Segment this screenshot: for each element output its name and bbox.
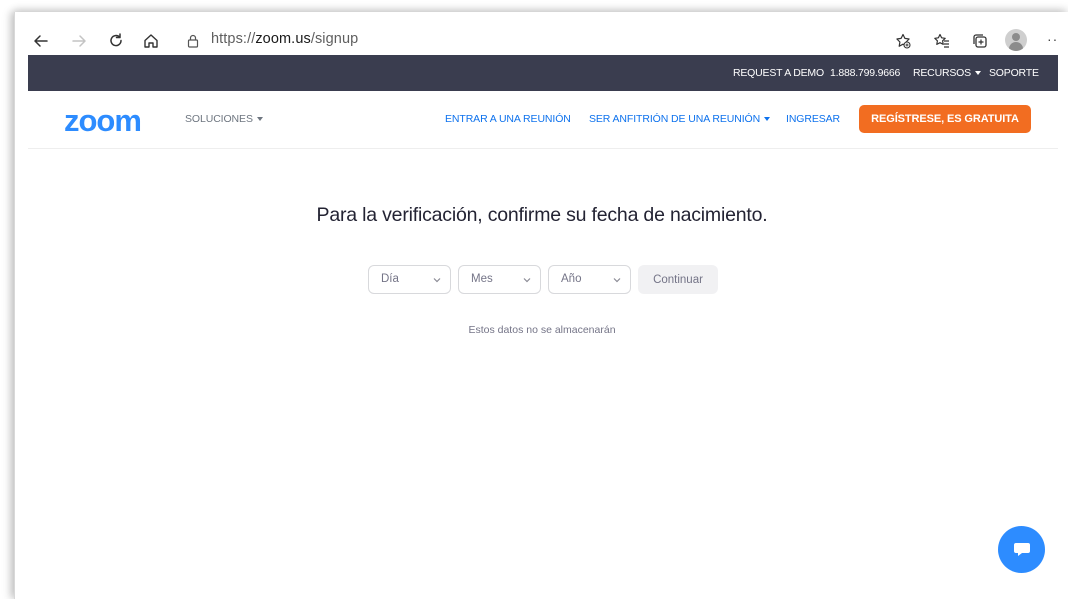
- host-meeting-label: SER ANFITRIÓN DE UNA REUNIÓN: [589, 113, 761, 125]
- month-select-value: Mes: [471, 273, 493, 285]
- chevron-down-icon: [974, 71, 981, 76]
- url-host: zoom.us: [255, 31, 311, 47]
- forward-icon[interactable]: [68, 30, 90, 52]
- chevron-down-icon: [433, 278, 441, 283]
- continue-button[interactable]: Continuar: [638, 265, 718, 294]
- lock-icon[interactable]: [187, 34, 199, 53]
- signup-button[interactable]: REGÍSTRESE, ES GRATUITA: [859, 105, 1031, 133]
- phone-number[interactable]: 1.888.799.9666: [830, 67, 900, 79]
- collections-icon[interactable]: [969, 30, 991, 52]
- privacy-note: Estos datos no se almacenarán: [468, 324, 616, 336]
- address-bar[interactable]: https://zoom.us/signup: [211, 31, 358, 47]
- month-select[interactable]: Mes: [458, 265, 541, 294]
- chevron-down-icon: [256, 117, 263, 122]
- chat-icon: [1013, 543, 1030, 556]
- birthdate-form: Día Mes Año Continuar: [368, 265, 718, 294]
- url-scheme: https://: [211, 31, 256, 47]
- more-menu-icon[interactable]: ··: [1047, 31, 1058, 47]
- star-add-icon[interactable]: [892, 30, 914, 52]
- join-meeting-link[interactable]: ENTRAR A UNA REUNIÓN: [445, 113, 571, 125]
- browser-window: https://zoom.us/signup ·· REQUEST A DEMO…: [14, 12, 1068, 599]
- year-select-value: Año: [561, 273, 582, 285]
- url-path: /signup: [310, 31, 359, 47]
- utility-bar: REQUEST A DEMO 1.888.799.9666 RECURSOS S…: [28, 55, 1058, 91]
- year-select[interactable]: Año: [548, 265, 631, 294]
- chevron-down-icon: [523, 278, 531, 283]
- back-icon[interactable]: [30, 30, 52, 52]
- host-meeting-menu[interactable]: SER ANFITRIÓN DE UNA REUNIÓN: [589, 113, 771, 125]
- avatar-icon[interactable]: [1005, 29, 1027, 51]
- resources-label: RECURSOS: [913, 67, 971, 79]
- chevron-down-icon: [613, 278, 621, 283]
- day-select[interactable]: Día: [368, 265, 451, 294]
- chevron-down-icon: [764, 117, 771, 122]
- favorites-icon[interactable]: [931, 30, 953, 52]
- refresh-icon[interactable]: [105, 30, 127, 52]
- solutions-label: SOLUCIONES: [185, 113, 253, 125]
- main-nav: zoom SOLUCIONES ENTRAR A UNA REUNIÓN SER…: [28, 91, 1058, 149]
- request-demo-link[interactable]: REQUEST A DEMO: [733, 67, 824, 79]
- day-select-value: Día: [381, 273, 399, 285]
- zoom-logo[interactable]: zoom: [64, 103, 142, 139]
- resources-menu[interactable]: RECURSOS: [913, 67, 981, 79]
- solutions-menu[interactable]: SOLUCIONES: [185, 113, 263, 125]
- signin-link[interactable]: INGRESAR: [786, 113, 840, 125]
- support-link[interactable]: SOPORTE: [989, 67, 1039, 79]
- home-icon[interactable]: [140, 30, 162, 52]
- page-title: Para la verificación, confirme su fecha …: [316, 204, 768, 226]
- chat-button[interactable]: [998, 526, 1045, 573]
